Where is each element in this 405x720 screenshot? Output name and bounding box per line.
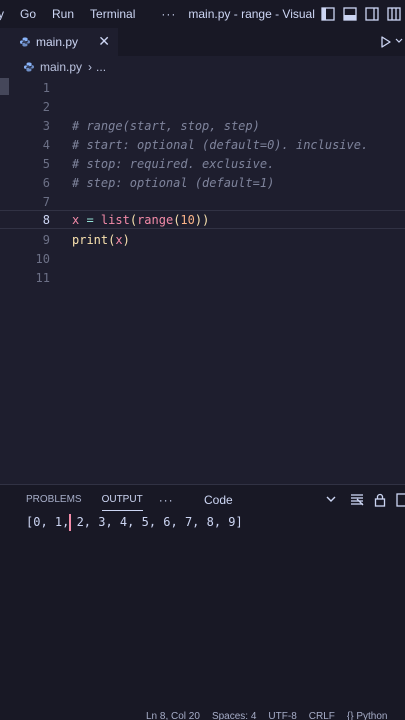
status-bar: Ln 8, Col 20 Spaces: 4 UTF-8 CRLF {} Pyt… (0, 710, 405, 720)
toggle-panel-icon[interactable] (343, 7, 357, 21)
code-line: 6 # step: optional (default=1) (0, 173, 405, 192)
breadcrumb: main.py › ... (0, 56, 405, 78)
line-number: 11 (35, 270, 50, 285)
panel-tab-bar: PROBLEMS OUTPUT ··· (0, 485, 405, 515)
code-line: 2 (0, 97, 405, 116)
code-line-active: 8 x = list(range(10)) (0, 210, 405, 229)
lock-icon[interactable] (374, 493, 386, 507)
output-text: [0, 1, 2, 3, 4, 5, 6, 7, 8, 9] (26, 515, 243, 529)
token-variable: x (115, 232, 123, 247)
editor-tab-bar: main.py ✕ (0, 28, 405, 56)
code-line: 1 (0, 78, 405, 97)
line-number: 9 (42, 232, 50, 247)
status-encoding[interactable]: UTF-8 (268, 711, 296, 720)
menu-bar: y Go Run Terminal ··· main.py - range - … (0, 0, 405, 28)
python-file-icon (20, 37, 30, 47)
line-number: 3 (42, 118, 50, 133)
code-text: x = list(range(10)) (72, 213, 209, 227)
code-editor[interactable]: 1 2 3 # range(start, stop, step) 4 # sta… (0, 78, 405, 484)
status-language[interactable]: {} Python (347, 711, 388, 720)
code-comment: # range(start, stop, step) (72, 118, 260, 133)
close-icon[interactable]: ✕ (98, 33, 110, 50)
breadcrumb-file[interactable]: main.py (40, 60, 82, 74)
tab-label: main.py (36, 35, 79, 49)
token-paren: ) (202, 212, 210, 227)
code-comment: # stop: required. exclusive. (72, 156, 275, 171)
code-comment: # start: optional (default=0). inclusive… (72, 137, 369, 152)
panel-settings-icon[interactable] (396, 493, 405, 507)
tab-main-py[interactable]: main.py ✕ (0, 28, 118, 56)
code-line: 11 (0, 268, 405, 287)
line-number: 4 (42, 137, 50, 152)
line-number: 2 (42, 99, 50, 114)
line-number: 10 (35, 251, 50, 266)
code-comment: # step: optional (default=1) (72, 175, 275, 190)
token-builtin: print (72, 232, 109, 247)
chevron-down-icon[interactable] (326, 495, 336, 503)
toggle-primary-sidebar-icon[interactable] (321, 7, 335, 21)
tab-problems[interactable]: PROBLEMS (0, 485, 92, 515)
token-paren: ( (129, 212, 138, 227)
code-line: 5 # stop: required. exclusive. (0, 154, 405, 173)
code-line: 3 # range(start, stop, step) (0, 116, 405, 135)
breadcrumb-symbol[interactable]: ... (96, 60, 106, 74)
code-line: 4 # start: optional (default=0). inclusi… (0, 135, 405, 154)
code-line: 9 print(x) (0, 230, 405, 249)
menu-more-button[interactable]: ··· (143, 7, 184, 21)
status-cursor-position[interactable]: Ln 8, Col 20 (146, 711, 200, 720)
layout-controls (317, 0, 405, 28)
line-number: 7 (42, 194, 50, 209)
code-text: print(x) (72, 233, 130, 247)
line-number: 6 (42, 175, 50, 190)
tab-output[interactable]: OUTPUT (92, 485, 153, 515)
clear-output-icon[interactable] (350, 494, 364, 506)
status-line-ending[interactable]: CRLF (309, 711, 335, 720)
line-number: 1 (42, 80, 50, 95)
token-operator: = (79, 212, 101, 227)
menu-item-run[interactable]: Run (44, 7, 82, 21)
line-number: 5 (42, 156, 50, 171)
menu-item-terminal[interactable]: Terminal (82, 7, 143, 21)
breadcrumb-separator: › (88, 60, 93, 74)
run-icon[interactable] (381, 36, 391, 48)
token-number: 10 (180, 212, 195, 227)
output-channel-select[interactable]: Code (204, 493, 233, 507)
bottom-panel: PROBLEMS OUTPUT ··· Code [0, 1, 2, 3, 4,… (0, 484, 405, 710)
menu-item-view[interactable]: y (0, 7, 12, 21)
token-builtin: list (100, 212, 130, 227)
code-line: 7 (0, 192, 405, 211)
toggle-secondary-sidebar-icon[interactable] (365, 7, 379, 21)
panel-more-button[interactable]: ··· (153, 493, 180, 507)
menu-item-go[interactable]: Go (12, 7, 44, 21)
customize-layout-icon[interactable] (387, 7, 401, 21)
code-line: 10 (0, 249, 405, 268)
line-number: 8 (42, 212, 50, 227)
token-paren: ) (122, 232, 130, 247)
token-builtin: range (137, 212, 174, 227)
status-indentation[interactable]: Spaces: 4 (212, 711, 256, 720)
python-file-icon (24, 62, 34, 72)
chevron-down-icon[interactable] (395, 37, 403, 45)
